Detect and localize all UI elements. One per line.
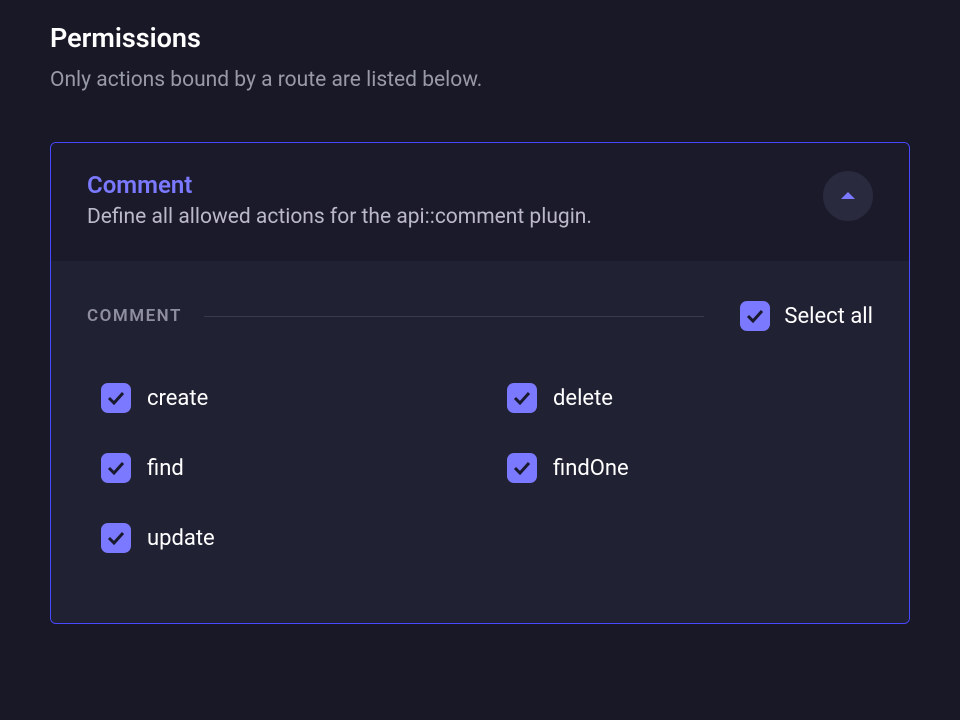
action-label: find [147,456,184,481]
check-icon [107,531,125,545]
checkbox-update[interactable] [101,523,131,553]
checkbox-find[interactable] [101,453,131,483]
caret-up-icon [840,191,856,201]
panel-body: COMMENT Select all [51,261,909,623]
action-item-delete[interactable]: delete [507,383,873,413]
panel-title: Comment [87,171,823,199]
action-item-find[interactable]: find [101,453,467,483]
select-all-toggle[interactable]: Select all [740,301,873,331]
group-header: COMMENT Select all [87,301,873,331]
action-item-findone[interactable]: findOne [507,453,873,483]
check-icon [513,391,531,405]
actions-grid: create delete fi [87,383,873,553]
action-label: findOne [553,456,629,481]
check-icon [746,309,764,323]
select-all-label: Select all [784,304,873,329]
action-label: update [147,526,215,551]
panel-description: Define all allowed actions for the api::… [87,205,823,229]
check-icon [513,461,531,475]
group-label: COMMENT [87,306,182,326]
collapse-button[interactable] [823,171,873,221]
divider [204,316,704,317]
check-icon [107,461,125,475]
checkbox-findone[interactable] [507,453,537,483]
action-label: create [147,386,208,411]
select-all-checkbox[interactable] [740,301,770,331]
panel-header: Comment Define all allowed actions for t… [51,143,909,261]
page-subtitle: Only actions bound by a route are listed… [50,68,910,92]
action-item-update[interactable]: update [101,523,467,553]
action-item-create[interactable]: create [101,383,467,413]
checkbox-create[interactable] [101,383,131,413]
action-label: delete [553,386,613,411]
permissions-panel: Comment Define all allowed actions for t… [50,142,910,624]
page-title: Permissions [50,22,910,54]
check-icon [107,391,125,405]
checkbox-delete[interactable] [507,383,537,413]
